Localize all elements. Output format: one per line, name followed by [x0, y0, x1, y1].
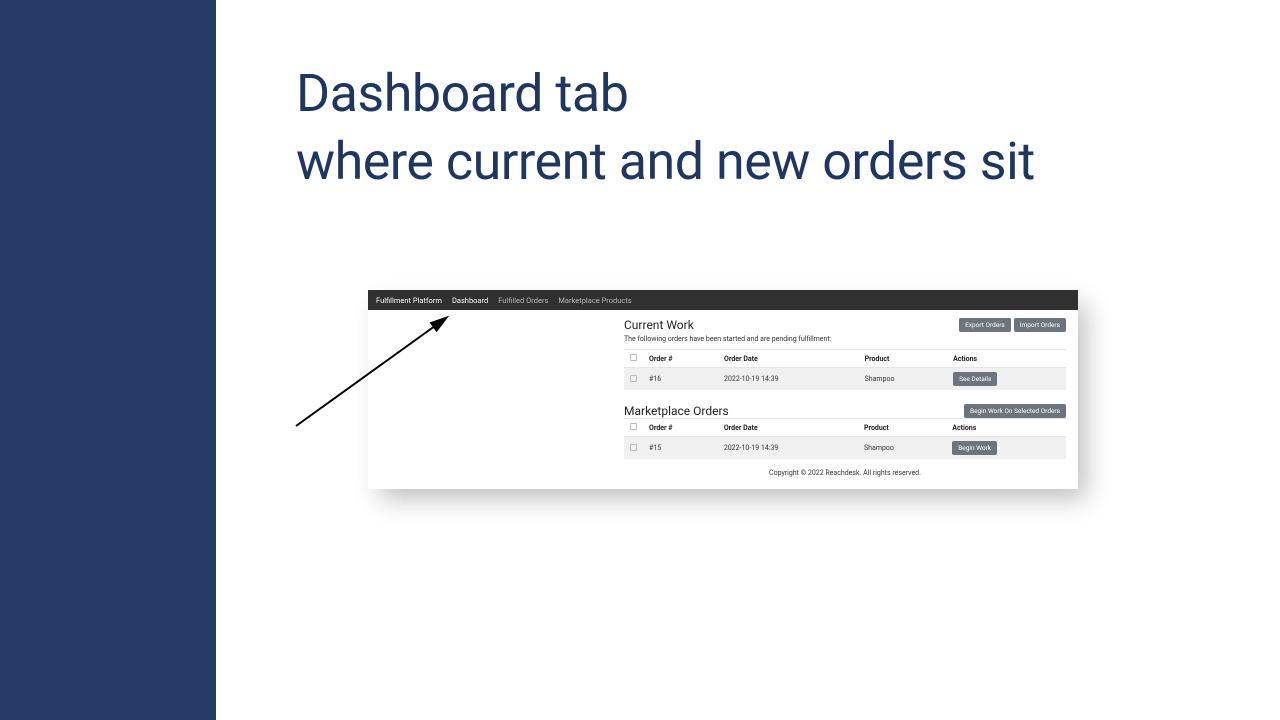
cell-date: 2022-10-19 14:39: [718, 437, 858, 460]
current-work-description: The following orders have been started a…: [624, 335, 1066, 343]
marketplace-buttons: Begin Work On Selected Orders: [964, 404, 1066, 418]
nav-fulfilled-orders[interactable]: Fulfilled Orders: [498, 296, 548, 305]
slide-left-stripe: [0, 0, 216, 720]
brand-label: Fulfillment Platform: [376, 296, 442, 305]
col-date: Order Date: [718, 350, 859, 368]
slide-main: Dashboard tab where current and new orde…: [216, 0, 1280, 720]
table-header-row: Order # Order Date Product Actions: [624, 350, 1066, 368]
cell-order: #15: [643, 437, 718, 460]
col-actions: Actions: [947, 350, 1066, 368]
heading-line-1: Dashboard tab: [296, 63, 628, 124]
col-order: Order #: [643, 350, 718, 368]
table-row: #16 2022-10-19 14:39 Shampoo See Details: [624, 368, 1066, 391]
cell-date: 2022-10-19 14:39: [718, 368, 859, 391]
current-work-title: Current Work: [624, 318, 694, 332]
nav-marketplace-products[interactable]: Marketplace Products: [558, 296, 631, 305]
col-product: Product: [858, 419, 946, 437]
export-orders-button[interactable]: Export Orders: [959, 318, 1011, 332]
current-work-table: Order # Order Date Product Actions #16 2…: [624, 349, 1066, 390]
cell-product: Shampoo: [858, 437, 946, 460]
select-all-checkbox[interactable]: [630, 354, 637, 361]
select-all-checkbox[interactable]: [630, 423, 637, 430]
marketplace-table: Order # Order Date Product Actions #15 2…: [624, 418, 1066, 459]
col-date: Order Date: [718, 419, 858, 437]
begin-selected-button[interactable]: Begin Work On Selected Orders: [964, 404, 1066, 418]
col-order: Order #: [643, 419, 718, 437]
nav-dashboard[interactable]: Dashboard: [452, 296, 488, 305]
marketplace-title: Marketplace Orders: [624, 404, 729, 418]
slide-heading: Dashboard tab where current and new orde…: [296, 60, 1035, 195]
import-orders-button[interactable]: Import Orders: [1014, 318, 1066, 332]
begin-work-button[interactable]: Begin Work: [952, 441, 997, 455]
table-row: #15 2022-10-19 14:39 Shampoo Begin Work: [624, 437, 1066, 460]
current-work-header-row: Current Work Export Orders Import Orders: [624, 318, 1066, 332]
col-product: Product: [859, 350, 947, 368]
app-content: Current Work Export Orders Import Orders…: [368, 310, 1078, 489]
see-details-button[interactable]: See Details: [953, 372, 997, 386]
export-import-buttons: Export Orders Import Orders: [959, 318, 1066, 332]
heading-line-2: where current and new orders sit: [296, 131, 1035, 192]
app-screenshot: Fulfillment Platform Dashboard Fulfilled…: [368, 290, 1078, 489]
row-checkbox[interactable]: [630, 444, 637, 451]
cell-order: #16: [643, 368, 718, 391]
app-navbar: Fulfillment Platform Dashboard Fulfilled…: [368, 290, 1078, 310]
table-header-row: Order # Order Date Product Actions: [624, 419, 1066, 437]
app-footer: Copyright © 2022 Reachdesk. All rights r…: [624, 459, 1066, 485]
col-actions: Actions: [946, 419, 1066, 437]
row-checkbox[interactable]: [630, 375, 637, 382]
cell-product: Shampoo: [859, 368, 947, 391]
marketplace-header-row: Marketplace Orders Begin Work On Selecte…: [624, 404, 1066, 418]
